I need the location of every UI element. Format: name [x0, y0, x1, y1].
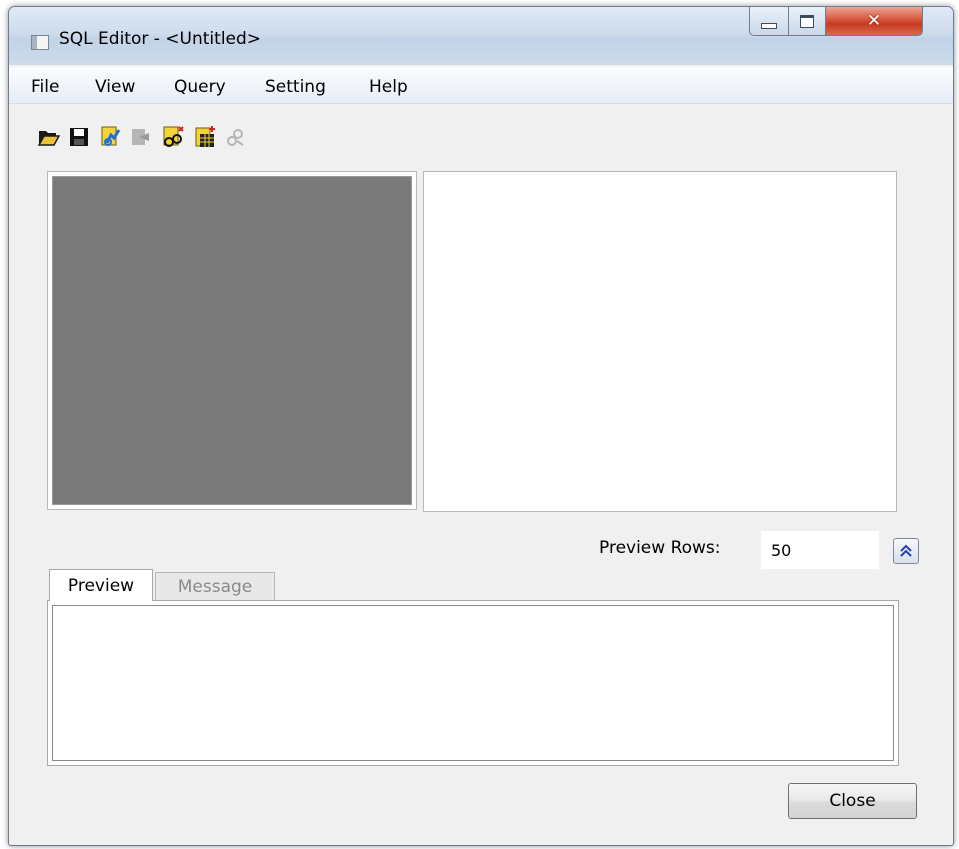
- title-bar[interactable]: SQL Editor - <Untitled> ✕: [9, 7, 953, 65]
- disconnect-icon[interactable]: [129, 125, 153, 149]
- open-folder-icon[interactable]: [37, 125, 61, 149]
- sql-editor-window: SQL Editor - <Untitled> ✕ File View Quer…: [8, 6, 954, 846]
- table-canvas[interactable]: [52, 176, 412, 505]
- sql-text-editor[interactable]: [423, 171, 897, 512]
- maximize-icon: [800, 14, 814, 28]
- save-icon[interactable]: [67, 125, 91, 149]
- double-chevron-up-icon: [900, 544, 912, 557]
- preview-panel: [47, 600, 899, 766]
- close-window-button[interactable]: ✕: [825, 7, 923, 36]
- app-icon[interactable]: [31, 35, 49, 50]
- menu-help[interactable]: Help: [369, 77, 408, 97]
- close-icon: ✕: [866, 11, 882, 31]
- menu-query[interactable]: Query: [174, 77, 226, 97]
- menu-file[interactable]: File: [31, 77, 59, 97]
- tab-message[interactable]: Message: [155, 572, 275, 600]
- add-table-icon[interactable]: [193, 125, 217, 149]
- minimize-button[interactable]: [749, 7, 789, 36]
- close-button[interactable]: Close: [788, 783, 917, 819]
- menu-view[interactable]: View: [95, 77, 135, 97]
- tab-preview[interactable]: Preview: [49, 569, 153, 601]
- table-canvas-panel: [47, 171, 417, 510]
- minimize-icon: [761, 23, 777, 29]
- preview-output[interactable]: [52, 605, 894, 761]
- preview-rows-input[interactable]: [761, 531, 879, 569]
- menu-bar: File View Query Setting Help: [9, 67, 953, 104]
- remove-link-icon[interactable]: [223, 125, 247, 149]
- query-builder-icon[interactable]: [161, 125, 185, 149]
- maximize-button[interactable]: [788, 7, 826, 36]
- menu-setting[interactable]: Setting: [265, 77, 326, 97]
- preview-rows-label: Preview Rows:: [599, 538, 721, 558]
- collapse-button[interactable]: [893, 538, 919, 564]
- window-title: SQL Editor - <Untitled>: [59, 29, 262, 49]
- connect-icon[interactable]: [99, 125, 123, 149]
